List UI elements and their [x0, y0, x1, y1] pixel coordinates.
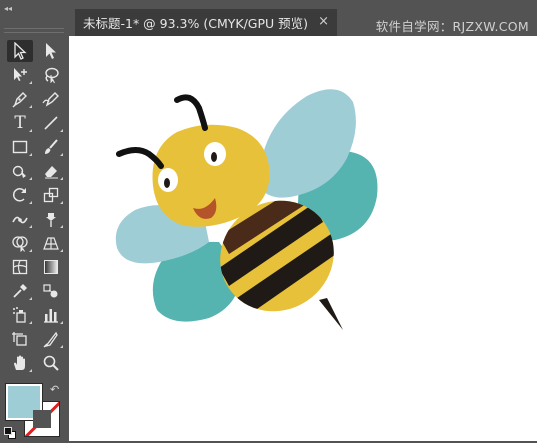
eyedropper-tool-icon[interactable] — [7, 280, 33, 302]
bee-illustration[interactable] — [69, 36, 537, 441]
zoom-tool-icon[interactable] — [38, 352, 64, 374]
curvature-tool-icon[interactable] — [38, 88, 64, 110]
panel-grip[interactable] — [4, 28, 64, 33]
bee-stinger — [319, 298, 343, 330]
shape-builder-tool-icon[interactable] — [7, 232, 33, 254]
slice-tool-icon[interactable] — [38, 328, 64, 350]
swap-fill-stroke-icon[interactable]: ↶ — [50, 384, 62, 396]
artboard-canvas[interactable] — [69, 36, 537, 441]
column-graph-tool-icon[interactable] — [38, 304, 64, 326]
default-colors-icon[interactable] — [4, 424, 16, 439]
lasso-tool-icon[interactable] — [38, 64, 64, 86]
puppet-warp-tool-icon[interactable] — [38, 208, 64, 230]
magic-wand-tool-icon[interactable] — [7, 64, 33, 86]
watermark-text: 软件自学网：RJZXW.COM — [375, 19, 529, 34]
rectangle-tool-icon[interactable] — [7, 136, 33, 158]
artboard-tool-icon[interactable] — [7, 328, 33, 350]
eraser-tool-icon[interactable] — [38, 160, 64, 182]
blend-tool-icon[interactable] — [38, 280, 64, 302]
document-tab-title: 未标题-1* @ 93.3% (CMYK/GPU 预览) — [83, 16, 309, 31]
stroke-swatch-hole — [33, 410, 51, 428]
bee-antenna-right — [174, 94, 208, 131]
scale-tool-icon[interactable] — [38, 184, 64, 206]
bee-pupil-left — [164, 178, 170, 188]
width-tool-icon[interactable] — [7, 208, 33, 230]
type-tool-icon[interactable]: T — [7, 112, 33, 134]
direct-selection-tool-icon[interactable] — [38, 40, 64, 62]
mesh-tool-icon[interactable] — [7, 256, 33, 278]
symbol-sprayer-tool-icon[interactable] — [7, 304, 33, 326]
tools-panel: ◂◂ T ↶ — [0, 0, 69, 441]
document-tab-bar: 未标题-1* @ 93.3% (CMYK/GPU 预览) × 软件自学网：RJZ… — [69, 0, 537, 36]
line-segment-tool-icon[interactable] — [38, 112, 64, 134]
bee-pupil-right — [211, 152, 217, 162]
paintbrush-tool-icon[interactable] — [38, 136, 64, 158]
perspective-grid-tool-icon[interactable] — [38, 232, 64, 254]
close-icon[interactable]: × — [318, 15, 329, 29]
document-tab[interactable]: 未标题-1* @ 93.3% (CMYK/GPU 预览) × — [75, 9, 337, 36]
pen-tool-icon[interactable] — [7, 88, 33, 110]
rotate-tool-icon[interactable] — [7, 184, 33, 206]
collapse-panel-icon[interactable]: ◂◂ — [4, 4, 18, 14]
selection-tool-icon[interactable] — [7, 40, 33, 62]
hand-tool-icon[interactable] — [7, 352, 33, 374]
gradient-tool-icon[interactable] — [38, 256, 64, 278]
shaper-tool-icon[interactable] — [7, 160, 33, 182]
